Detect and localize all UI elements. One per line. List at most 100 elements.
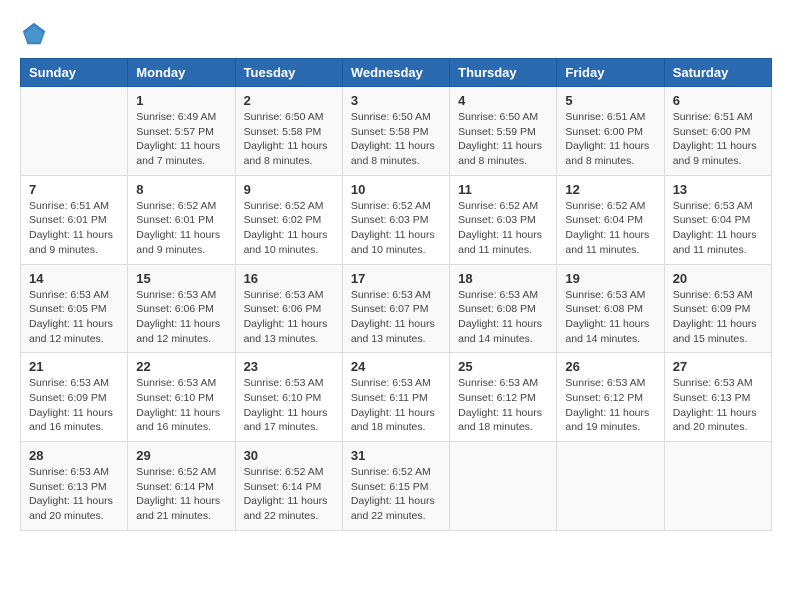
- day-number: 10: [351, 182, 441, 197]
- day-of-week-header: Sunday: [21, 59, 128, 87]
- day-of-week-header: Saturday: [664, 59, 771, 87]
- calendar-cell: 8 Sunrise: 6:52 AMSunset: 6:01 PMDaylight…: [128, 175, 235, 264]
- day-number: 12: [565, 182, 655, 197]
- day-info: Sunrise: 6:53 AMSunset: 6:06 PMDaylight:…: [244, 288, 334, 347]
- day-number: 30: [244, 448, 334, 463]
- day-info: Sunrise: 6:52 AMSunset: 6:03 PMDaylight:…: [351, 199, 441, 258]
- calendar-cell: 31Sunrise: 6:52 AMSunset: 6:15 PMDayligh…: [342, 442, 449, 531]
- calendar-week-row: 14Sunrise: 6:53 AMSunset: 6:05 PMDayligh…: [21, 264, 772, 353]
- day-info: Sunrise: 6:53 AMSunset: 6:13 PMDaylight:…: [673, 376, 763, 435]
- day-number: 5: [565, 93, 655, 108]
- calendar-cell: 6 Sunrise: 6:51 AMSunset: 6:00 PMDaylight…: [664, 87, 771, 176]
- day-info: Sunrise: 6:52 AMSunset: 6:14 PMDaylight:…: [244, 465, 334, 524]
- day-number: 8: [136, 182, 226, 197]
- calendar-week-row: 1 Sunrise: 6:49 AMSunset: 5:57 PMDaylight…: [21, 87, 772, 176]
- day-info: Sunrise: 6:50 AMSunset: 5:58 PMDaylight:…: [351, 110, 441, 169]
- calendar-week-row: 21 Sunrise: 6:53 AMSunset: 6:09 PMDayligh…: [21, 353, 772, 442]
- logo: [20, 20, 52, 48]
- calendar-header-row: SundayMondayTuesdayWednesdayThursdayFrid…: [21, 59, 772, 87]
- day-of-week-header: Thursday: [450, 59, 557, 87]
- day-info: Sunrise: 6:53 AMSunset: 6:11 PMDaylight:…: [351, 376, 441, 435]
- day-info: Sunrise: 6:53 AMSunset: 6:09 PMDaylight:…: [29, 376, 119, 435]
- day-info: Sunrise: 6:51 AMSunset: 6:00 PMDaylight:…: [673, 110, 763, 169]
- calendar-cell: 28 Sunrise: 6:53 AMSunset: 6:13 PMDayligh…: [21, 442, 128, 531]
- day-info: Sunrise: 6:52 AMSunset: 6:01 PMDaylight:…: [136, 199, 226, 258]
- day-number: 1: [136, 93, 226, 108]
- day-number: 6: [673, 93, 763, 108]
- calendar-cell: 26Sunrise: 6:53 AMSunset: 6:12 PMDayligh…: [557, 353, 664, 442]
- day-number: 22: [136, 359, 226, 374]
- calendar-cell: 11 Sunrise: 6:52 AMSunset: 6:03 PMDayligh…: [450, 175, 557, 264]
- calendar-cell: [557, 442, 664, 531]
- calendar-cell: [664, 442, 771, 531]
- day-info: Sunrise: 6:53 AMSunset: 6:08 PMDaylight:…: [458, 288, 548, 347]
- calendar-cell: [450, 442, 557, 531]
- day-info: Sunrise: 6:52 AMSunset: 6:03 PMDaylight:…: [458, 199, 548, 258]
- calendar-cell: 14Sunrise: 6:53 AMSunset: 6:05 PMDayligh…: [21, 264, 128, 353]
- day-info: Sunrise: 6:52 AMSunset: 6:02 PMDaylight:…: [244, 199, 334, 258]
- day-number: 21: [29, 359, 119, 374]
- calendar-cell: 10 Sunrise: 6:52 AMSunset: 6:03 PMDayligh…: [342, 175, 449, 264]
- calendar-cell: 3 Sunrise: 6:50 AMSunset: 5:58 PMDaylight…: [342, 87, 449, 176]
- day-info: Sunrise: 6:53 AMSunset: 6:07 PMDaylight:…: [351, 288, 441, 347]
- day-number: 28: [29, 448, 119, 463]
- day-info: Sunrise: 6:53 AMSunset: 6:08 PMDaylight:…: [565, 288, 655, 347]
- calendar-cell: 5 Sunrise: 6:51 AMSunset: 6:00 PMDaylight…: [557, 87, 664, 176]
- calendar-cell: 15Sunrise: 6:53 AMSunset: 6:06 PMDayligh…: [128, 264, 235, 353]
- calendar-cell: 22 Sunrise: 6:53 AMSunset: 6:10 PMDayligh…: [128, 353, 235, 442]
- calendar-cell: 30 Sunrise: 6:52 AMSunset: 6:14 PMDayligh…: [235, 442, 342, 531]
- calendar-cell: 4 Sunrise: 6:50 AMSunset: 5:59 PMDaylight…: [450, 87, 557, 176]
- day-info: Sunrise: 6:53 AMSunset: 6:10 PMDaylight:…: [244, 376, 334, 435]
- day-of-week-header: Wednesday: [342, 59, 449, 87]
- page-header: [20, 20, 772, 48]
- day-number: 19: [565, 271, 655, 286]
- calendar-cell: 23Sunrise: 6:53 AMSunset: 6:10 PMDayligh…: [235, 353, 342, 442]
- calendar-cell: 12 Sunrise: 6:52 AMSunset: 6:04 PMDayligh…: [557, 175, 664, 264]
- day-info: Sunrise: 6:52 AMSunset: 6:14 PMDaylight:…: [136, 465, 226, 524]
- calendar-cell: [21, 87, 128, 176]
- day-info: Sunrise: 6:51 AMSunset: 6:01 PMDaylight:…: [29, 199, 119, 258]
- day-number: 29: [136, 448, 226, 463]
- calendar-cell: 27Sunrise: 6:53 AMSunset: 6:13 PMDayligh…: [664, 353, 771, 442]
- day-number: 4: [458, 93, 548, 108]
- calendar-table: SundayMondayTuesdayWednesdayThursdayFrid…: [20, 58, 772, 531]
- calendar-cell: 17 Sunrise: 6:53 AMSunset: 6:07 PMDayligh…: [342, 264, 449, 353]
- day-number: 15: [136, 271, 226, 286]
- calendar-cell: 2 Sunrise: 6:50 AMSunset: 5:58 PMDaylight…: [235, 87, 342, 176]
- day-info: Sunrise: 6:50 AMSunset: 5:58 PMDaylight:…: [244, 110, 334, 169]
- day-info: Sunrise: 6:50 AMSunset: 5:59 PMDaylight:…: [458, 110, 548, 169]
- day-info: Sunrise: 6:53 AMSunset: 6:12 PMDaylight:…: [458, 376, 548, 435]
- calendar-cell: 21 Sunrise: 6:53 AMSunset: 6:09 PMDayligh…: [21, 353, 128, 442]
- day-number: 18: [458, 271, 548, 286]
- day-of-week-header: Monday: [128, 59, 235, 87]
- day-info: Sunrise: 6:53 AMSunset: 6:12 PMDaylight:…: [565, 376, 655, 435]
- day-number: 2: [244, 93, 334, 108]
- calendar-cell: 13Sunrise: 6:53 AMSunset: 6:04 PMDayligh…: [664, 175, 771, 264]
- day-number: 3: [351, 93, 441, 108]
- calendar-cell: 24 Sunrise: 6:53 AMSunset: 6:11 PMDayligh…: [342, 353, 449, 442]
- day-number: 7: [29, 182, 119, 197]
- day-info: Sunrise: 6:49 AMSunset: 5:57 PMDaylight:…: [136, 110, 226, 169]
- day-info: Sunrise: 6:53 AMSunset: 6:04 PMDaylight:…: [673, 199, 763, 258]
- calendar-cell: 18 Sunrise: 6:53 AMSunset: 6:08 PMDayligh…: [450, 264, 557, 353]
- calendar-cell: 19 Sunrise: 6:53 AMSunset: 6:08 PMDayligh…: [557, 264, 664, 353]
- day-info: Sunrise: 6:51 AMSunset: 6:00 PMDaylight:…: [565, 110, 655, 169]
- day-info: Sunrise: 6:52 AMSunset: 6:04 PMDaylight:…: [565, 199, 655, 258]
- logo-icon: [20, 20, 48, 48]
- day-number: 16: [244, 271, 334, 286]
- day-info: Sunrise: 6:53 AMSunset: 6:10 PMDaylight:…: [136, 376, 226, 435]
- day-of-week-header: Tuesday: [235, 59, 342, 87]
- day-info: Sunrise: 6:53 AMSunset: 6:05 PMDaylight:…: [29, 288, 119, 347]
- day-number: 11: [458, 182, 548, 197]
- calendar-cell: 29 Sunrise: 6:52 AMSunset: 6:14 PMDayligh…: [128, 442, 235, 531]
- day-info: Sunrise: 6:53 AMSunset: 6:13 PMDaylight:…: [29, 465, 119, 524]
- day-number: 25: [458, 359, 548, 374]
- day-number: 20: [673, 271, 763, 286]
- calendar-cell: 20Sunrise: 6:53 AMSunset: 6:09 PMDayligh…: [664, 264, 771, 353]
- calendar-cell: 9Sunrise: 6:52 AMSunset: 6:02 PMDaylight…: [235, 175, 342, 264]
- calendar-cell: 1 Sunrise: 6:49 AMSunset: 5:57 PMDaylight…: [128, 87, 235, 176]
- day-number: 17: [351, 271, 441, 286]
- day-info: Sunrise: 6:52 AMSunset: 6:15 PMDaylight:…: [351, 465, 441, 524]
- calendar-cell: 7 Sunrise: 6:51 AMSunset: 6:01 PMDaylight…: [21, 175, 128, 264]
- day-number: 24: [351, 359, 441, 374]
